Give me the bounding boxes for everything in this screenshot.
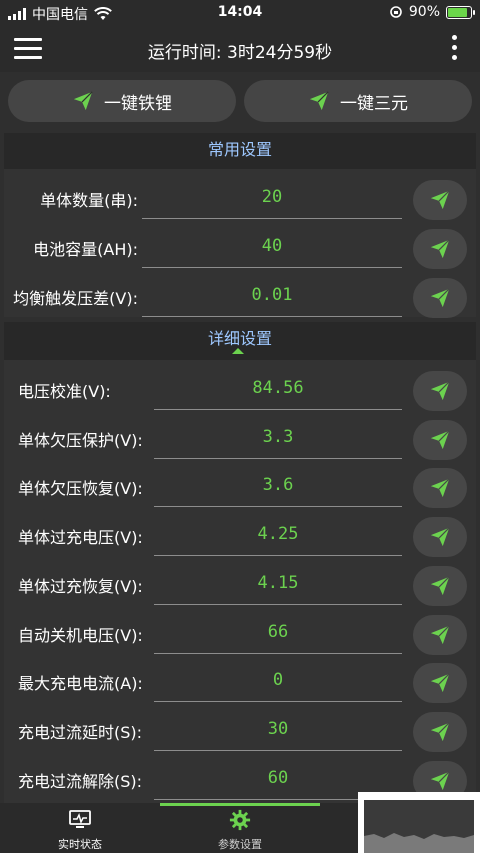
- detail-settings-header[interactable]: 详细设置: [4, 322, 476, 360]
- paper-plane-icon: [430, 430, 450, 449]
- floating-mini-chart[interactable]: [358, 792, 480, 853]
- setting-label: 单体欠压保护(V):: [18, 430, 143, 450]
- setting-value-field[interactable]: 3.6: [154, 471, 402, 508]
- detail-settings-body: 电压校准(V): 84.56 单体欠压保护(V): 3.3 单体欠压恢复(V): 3.6 单…: [4, 360, 476, 803]
- send-setting-button[interactable]: [413, 180, 467, 220]
- paper-plane-icon: [430, 381, 450, 401]
- setting-row: 单体过充恢复(V): 4.15: [4, 561, 476, 610]
- common-settings-header: 常用设置: [4, 133, 476, 169]
- tab-params-label: 参数设置: [218, 838, 262, 851]
- mini-chart-area: [364, 800, 474, 853]
- setting-label: 自动关机电压(V):: [18, 625, 143, 645]
- send-setting-button[interactable]: [413, 663, 467, 704]
- setting-row: 单体数量(串): 20: [4, 175, 476, 224]
- setting-value-field[interactable]: 84.56: [154, 374, 402, 410]
- monitor-icon: [69, 810, 91, 828]
- setting-value-field[interactable]: 20: [142, 183, 402, 219]
- app-header: 运行时间: 3时24分59秒: [0, 26, 480, 72]
- setting-row: 均衡触发压差(V): 0.01: [4, 273, 476, 322]
- battery-icon: [446, 5, 475, 19]
- one-key-lifepo4-button[interactable]: 一键铁锂: [8, 80, 236, 122]
- paper-plane-icon: [430, 576, 450, 595]
- paper-plane-icon: [430, 673, 450, 693]
- send-setting-button[interactable]: [413, 278, 467, 318]
- paper-plane-icon: [430, 624, 450, 644]
- setting-label: 电池容量(AH):: [33, 240, 138, 259]
- paper-plane-icon: [430, 478, 450, 498]
- active-tab-indicator: [160, 803, 320, 806]
- send-setting-button[interactable]: [413, 419, 467, 460]
- tab-realtime-status[interactable]: 实时状态: [30, 809, 130, 852]
- detail-settings-title: 详细设置: [207, 329, 272, 348]
- setting-row: 单体欠压恢复(V): 3.6: [4, 463, 476, 512]
- paper-plane-icon: [309, 91, 329, 111]
- status-right: 90%: [389, 4, 475, 20]
- paper-plane-icon: [430, 288, 450, 308]
- setting-label: 单体过充恢复(V):: [18, 576, 143, 596]
- send-setting-button[interactable]: [413, 371, 467, 411]
- tab-realtime-label: 实时状态: [58, 838, 102, 851]
- paper-plane-icon: [430, 527, 450, 547]
- vertical-dots-icon[interactable]: [452, 35, 458, 63]
- setting-value-field[interactable]: 66: [154, 618, 402, 654]
- setting-value-field[interactable]: 30: [154, 715, 402, 751]
- gear-icon: [229, 809, 251, 831]
- send-setting-button[interactable]: [413, 229, 467, 269]
- send-setting-button[interactable]: [413, 711, 467, 752]
- setting-label: 充电过流解除(S):: [18, 771, 143, 791]
- paper-plane-icon: [430, 239, 450, 259]
- orientation-lock-icon: [390, 6, 402, 18]
- setting-value-field[interactable]: 3.3: [154, 423, 402, 459]
- mini-chart-line: [364, 833, 474, 853]
- collapse-chevron-icon[interactable]: [232, 348, 244, 354]
- setting-value-field[interactable]: 0: [154, 666, 402, 703]
- runtime-label: 运行时间:: [147, 43, 222, 63]
- setting-label: 充电过流延时(S):: [18, 722, 143, 742]
- setting-row: 自动关机电压(V): 66: [4, 610, 476, 659]
- setting-value-field[interactable]: 4.25: [154, 520, 402, 557]
- setting-value-field[interactable]: 4.15: [154, 569, 402, 605]
- one-key-ternary-button[interactable]: 一键三元: [244, 80, 472, 122]
- setting-label: 单体数量(串):: [40, 191, 138, 210]
- paper-plane-icon: [73, 91, 93, 111]
- setting-row: 电池容量(AH): 40: [4, 224, 476, 273]
- setting-label: 最大充电电流(A):: [18, 674, 143, 694]
- setting-value-field[interactable]: 40: [142, 232, 402, 268]
- paper-plane-icon: [430, 722, 450, 742]
- setting-label: 单体过充电压(V):: [18, 528, 143, 548]
- setting-row: 充电过流延时(S): 30: [4, 707, 476, 756]
- setting-value-field[interactable]: 0.01: [142, 281, 402, 317]
- setting-row: 单体过充电压(V): 4.25: [4, 512, 476, 561]
- send-setting-button[interactable]: [413, 614, 467, 655]
- paper-plane-icon: [430, 190, 450, 210]
- paper-plane-icon: [430, 771, 450, 790]
- common-settings-title: 常用设置: [207, 140, 272, 159]
- setting-label: 单体欠压恢复(V):: [18, 479, 143, 499]
- setting-row: 单体欠压保护(V): 3.3: [4, 415, 476, 464]
- send-setting-button[interactable]: [413, 468, 467, 509]
- common-settings-body: 单体数量(串): 20 电池容量(AH): 40 均衡触发压差(V): 0.01: [4, 169, 476, 318]
- send-setting-button[interactable]: [413, 565, 467, 606]
- status-bar: 中国电信 14:04 90%: [0, 0, 480, 26]
- one-key-lifepo4-label: 一键铁锂: [104, 93, 172, 114]
- runtime-value: 3时24分59秒: [227, 43, 333, 63]
- setting-row: 最大充电电流(A): 0: [4, 658, 476, 707]
- setting-label: 电压校准(V):: [18, 382, 111, 401]
- battery-percent: 90%: [408, 4, 440, 20]
- setting-row: 电压校准(V): 84.56: [4, 366, 476, 415]
- one-key-ternary-label: 一键三元: [340, 93, 408, 114]
- setting-label: 均衡触发压差(V):: [13, 289, 138, 308]
- tab-params-settings[interactable]: 参数设置: [190, 809, 290, 852]
- send-setting-button[interactable]: [413, 517, 467, 558]
- runtime-display: 运行时间: 3时24分59秒: [0, 38, 480, 63]
